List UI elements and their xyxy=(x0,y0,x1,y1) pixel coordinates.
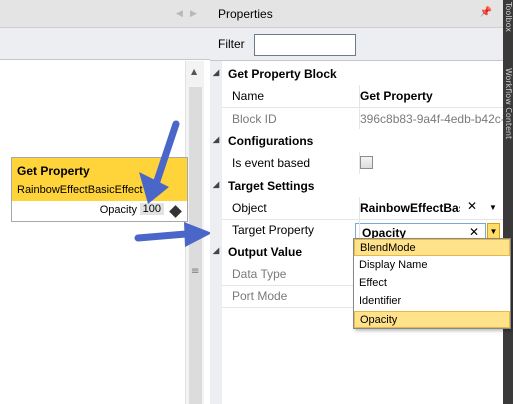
target-property-dropdown-list[interactable]: BlendMode Display Name Effect Identifier… xyxy=(353,238,511,329)
prop-row-name[interactable]: Name Get Property xyxy=(210,85,503,107)
side-tab-workflow-content[interactable]: Workflow Content xyxy=(504,68,513,139)
panel-title-text: Properties xyxy=(218,7,273,21)
arrow-to-target-property-icon xyxy=(134,222,212,247)
object-dropdown-icon[interactable]: ▼ xyxy=(489,203,497,212)
clear-object-icon[interactable]: ✕ xyxy=(467,199,477,213)
collapse-icon[interactable]: ◢ xyxy=(213,180,219,189)
prop-data-type-label: Data Type xyxy=(232,267,287,281)
event-based-checkbox[interactable] xyxy=(360,156,373,169)
prop-event-based-label: Is event based xyxy=(232,156,311,170)
prop-name-label: Name xyxy=(232,89,265,103)
category-get-property-block[interactable]: ◢ Get Property Block xyxy=(210,63,503,85)
category-label: Target Settings xyxy=(228,179,315,193)
prop-row-block-id[interactable]: Block ID 396c8b83-9a4f-4edb-b42c-7 xyxy=(210,108,503,130)
dropdown-option[interactable]: Effect xyxy=(354,275,510,292)
prop-name-value[interactable]: Get Property xyxy=(360,89,503,103)
filter-row: Filter xyxy=(210,28,503,61)
dropdown-option[interactable]: Identifier xyxy=(354,293,510,310)
prop-object-label: Object xyxy=(232,201,267,215)
category-label: Output Value xyxy=(228,245,303,259)
dropdown-option[interactable]: Display Name xyxy=(354,257,510,274)
column-divider xyxy=(359,152,360,174)
category-label: Configurations xyxy=(228,134,314,148)
prop-block-id-label: Block ID xyxy=(232,112,277,126)
dropdown-option[interactable]: Opacity xyxy=(354,311,510,328)
column-divider xyxy=(359,85,360,129)
side-tab-toolbox[interactable]: Toolbox xyxy=(504,2,513,32)
side-tab-strip: Toolbox Workflow Content xyxy=(503,0,513,404)
prop-port-mode-label: Port Mode xyxy=(232,289,288,303)
collapse-icon[interactable]: ◢ xyxy=(213,68,219,77)
arrow-to-node-icon xyxy=(139,120,180,204)
filter-label: Filter xyxy=(218,37,245,51)
prop-row-object[interactable]: Object RainbowEffectBasi ✕ ▼ xyxy=(210,197,503,219)
category-configurations[interactable]: ◢ Configurations xyxy=(210,130,503,152)
category-target-settings[interactable]: ◢ Target Settings xyxy=(210,175,503,197)
column-divider xyxy=(359,197,360,241)
prop-target-property-label: Target Property xyxy=(232,223,315,237)
prop-object-value[interactable]: RainbowEffectBasi xyxy=(360,201,460,215)
prop-row-event-based[interactable]: Is event based xyxy=(210,152,503,174)
filter-input[interactable] xyxy=(254,34,356,56)
properties-panel-title: Properties 📌 xyxy=(210,0,503,28)
collapse-icon[interactable]: ◢ xyxy=(213,246,219,255)
collapse-icon[interactable]: ◢ xyxy=(213,135,219,144)
prop-block-id-value[interactable]: 396c8b83-9a4f-4edb-b42c-7 xyxy=(360,112,503,126)
category-label: Get Property Block xyxy=(228,67,337,81)
dropdown-option[interactable]: BlendMode xyxy=(354,239,510,256)
property-grid: ◢ Get Property Block Name Get Property B… xyxy=(210,61,503,404)
pin-icon[interactable]: 📌 xyxy=(480,7,492,18)
clear-target-property-icon[interactable]: ✕ xyxy=(469,225,479,239)
